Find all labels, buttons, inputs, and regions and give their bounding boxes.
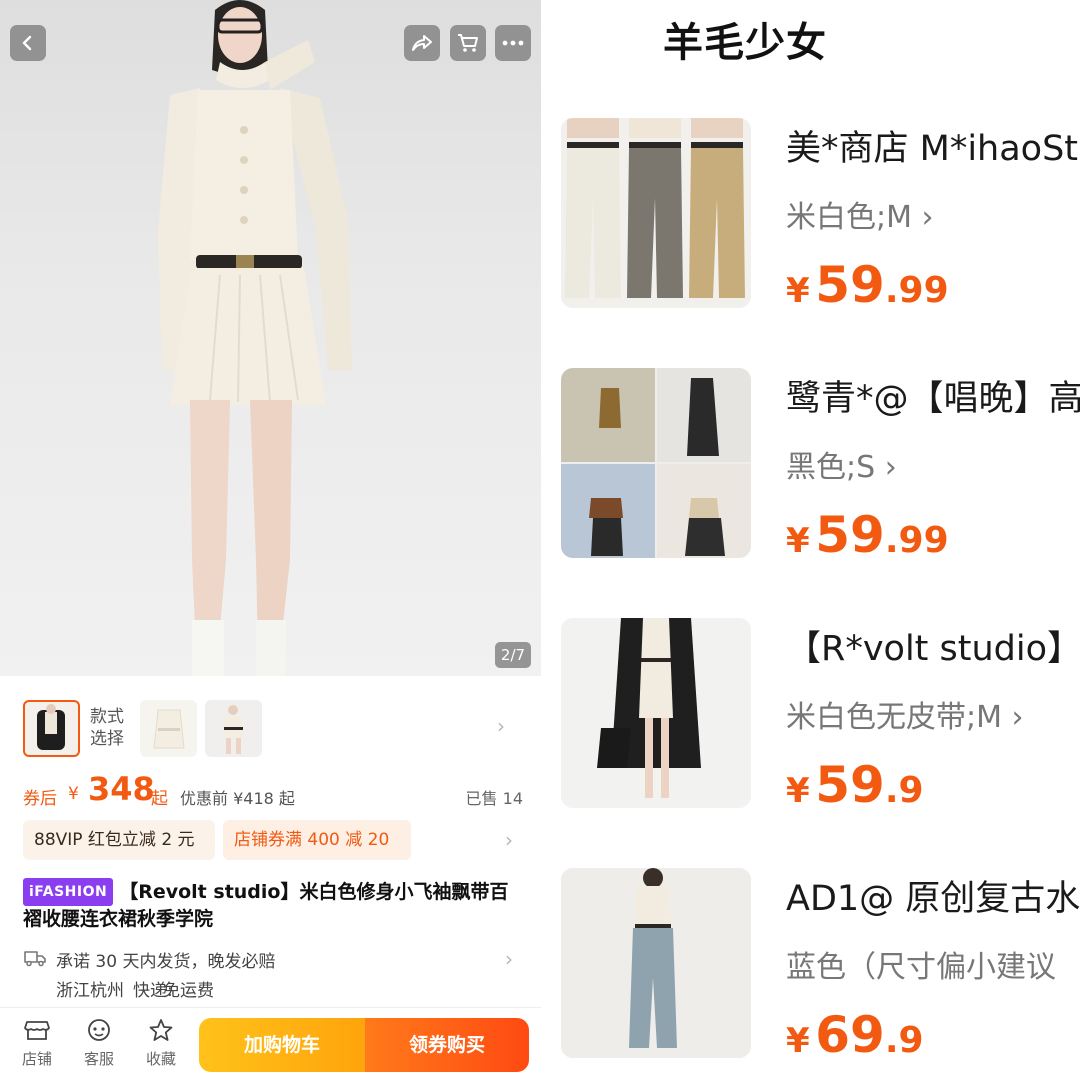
shipping-info[interactable]: 承诺 30 天内发货，晚发必赔 浙江杭州 快递: 免运费 › (23, 945, 523, 1005)
style-selector[interactable]: 款式选择 › (0, 696, 541, 762)
list-item[interactable]: 鹭青*@【唱晚】高 黑色;S › ¥ 59.99 (541, 368, 1080, 568)
price-integer: 59 (815, 256, 885, 314)
shipping-promise: 承诺 30 天内发货，晚发必赔 (56, 952, 276, 972)
after-coupon-label: 券后 (23, 789, 57, 809)
item-shop-name: 鹭青*@【唱晚】高 (786, 379, 1080, 419)
store-coupon-badge[interactable]: 店铺券满 400 减 20 (223, 820, 411, 860)
service-button[interactable]: 客服 (74, 1018, 124, 1069)
sold-count: 已售 14 (465, 789, 523, 808)
list-item[interactable]: 美*商店 M*ihaoSt 米白色;M › ¥ 59.99 (541, 118, 1080, 318)
coupon-row[interactable]: 88VIP 红包立减 2 元 店铺券满 400 减 20 › (23, 820, 523, 860)
cart-button[interactable] (450, 25, 486, 61)
thumbnail-image (153, 709, 185, 749)
item-shop-name: 美*商店 M*ihaoSt (786, 129, 1079, 169)
recommendation-list-panel: 羊毛少女 美*商店 M*ihaoSt 米白色;M › ¥ 59.99 鹭青*@【… (541, 0, 1080, 1080)
item-image (561, 868, 751, 1058)
price-integer: 59 (815, 756, 885, 814)
item-spec[interactable]: 黑色;S › (786, 442, 897, 486)
item-spec[interactable]: 米白色无皮带;M › (786, 692, 1024, 736)
product-detail-panel: 2/7 款式选择 › 券后 ¥ 348 起 优惠前 ¥418 起 已售 14 8… (0, 0, 541, 1080)
price-integer: 69 (815, 1006, 885, 1064)
item-spec-text: 米白色无皮带;M (786, 700, 1002, 735)
service-icon (88, 1019, 110, 1041)
item-spec[interactable]: 米白色;M › (786, 192, 934, 236)
chevron-right-icon: › (1011, 700, 1024, 735)
chevron-right-icon: › (884, 450, 897, 485)
list-item[interactable]: 【R*volt studio】 米白色无皮带;M › ¥ 59.9 (541, 618, 1080, 818)
price-decimal: .99 (884, 520, 949, 561)
list-title: 羊毛少女 (663, 20, 827, 66)
item-spec-text: 米白色;M (786, 200, 912, 235)
item-price: ¥ 59.99 (786, 256, 949, 314)
chevron-right-icon: › (921, 200, 934, 235)
favorite-label: 收藏 (145, 1050, 176, 1068)
star-icon (149, 1019, 173, 1041)
favorite-button[interactable]: 收藏 (136, 1018, 186, 1069)
item-image (561, 118, 751, 308)
price-integer: 59 (815, 506, 885, 564)
style-thumbnail[interactable] (205, 700, 262, 757)
service-label: 客服 (83, 1050, 114, 1068)
price-value: 348 (88, 770, 155, 808)
currency-symbol: ¥ (786, 271, 810, 311)
share-button[interactable] (404, 25, 440, 61)
product-title-line: iFASHION 【Revolt studio】米白色修身小飞袖飘带百褶收腰连衣裙… (23, 878, 508, 930)
currency-symbol: ¥ (786, 1021, 810, 1061)
chevron-right-icon: › (505, 947, 513, 971)
item-shop-name: 【R*volt studio】 (786, 629, 1080, 669)
item-image (561, 368, 751, 558)
price-row: 券后 ¥ 348 起 优惠前 ¥418 起 已售 14 (23, 770, 523, 812)
currency-symbol: ¥ (786, 771, 810, 811)
item-spec-text: 蓝色（尺寸偏小建议 (786, 950, 1056, 985)
price-decimal: .9 (884, 1020, 924, 1061)
ifashion-badge: iFASHION (23, 878, 114, 906)
share-icon (412, 35, 432, 51)
item-spec[interactable]: 蓝色（尺寸偏小建议 (786, 942, 1056, 986)
item-shop-name: AD1@ 原创复古水 (786, 879, 1080, 919)
currency-symbol: ¥ (786, 521, 810, 561)
chevron-right-icon: › (505, 828, 513, 852)
store-icon (24, 1021, 50, 1040)
product-image-gallery[interactable]: 2/7 (0, 0, 541, 676)
style-label: 款式选择 (90, 707, 124, 749)
chevron-right-icon: › (497, 714, 505, 738)
image-counter: 2/7 (495, 642, 531, 668)
shipping-origin: 浙江杭州 (56, 981, 124, 1001)
buy-with-coupon-button[interactable]: 领券购买 (365, 1018, 529, 1072)
style-thumbnail-selected[interactable] (23, 700, 80, 757)
store-label: 店铺 (21, 1050, 52, 1068)
thumbnail-image (37, 704, 65, 750)
product-title-block: iFASHION 【Revolt studio】米白色修身小飞袖飘带百褶收腰连衣裙… (23, 878, 523, 932)
price-decimal: .99 (884, 270, 949, 311)
price-decimal: .9 (884, 770, 924, 811)
price-suffix: 起 (151, 789, 168, 809)
item-price: ¥ 59.99 (786, 506, 949, 564)
product-photo (158, 0, 352, 676)
more-icon (502, 40, 524, 46)
vip-coupon-badge[interactable]: 88VIP 红包立减 2 元 (23, 820, 215, 860)
item-price: ¥ 59.9 (786, 756, 924, 814)
shipping-method: 免运费 (163, 981, 214, 1001)
back-button[interactable] (10, 25, 46, 61)
item-image (561, 618, 751, 808)
back-icon (22, 35, 32, 51)
add-to-cart-button[interactable]: 加购物车 (199, 1018, 365, 1072)
item-spec-text: 黑色;S (786, 450, 876, 485)
thumbnail-image (223, 705, 243, 754)
truck-icon (24, 951, 46, 967)
currency-symbol: ¥ (68, 784, 79, 804)
cart-icon (458, 34, 478, 52)
store-button[interactable]: 店铺 (12, 1018, 62, 1069)
item-price: ¥ 69.9 (786, 1006, 924, 1064)
original-price: 优惠前 ¥418 起 (180, 789, 295, 808)
bottom-action-bar: 店铺 客服 收藏 加购物车 领券购买 (0, 1007, 541, 1080)
list-item[interactable]: AD1@ 原创复古水 蓝色（尺寸偏小建议 ¥ 69.9 (541, 868, 1080, 1068)
more-button[interactable] (495, 25, 531, 61)
style-thumbnail[interactable] (140, 700, 197, 757)
